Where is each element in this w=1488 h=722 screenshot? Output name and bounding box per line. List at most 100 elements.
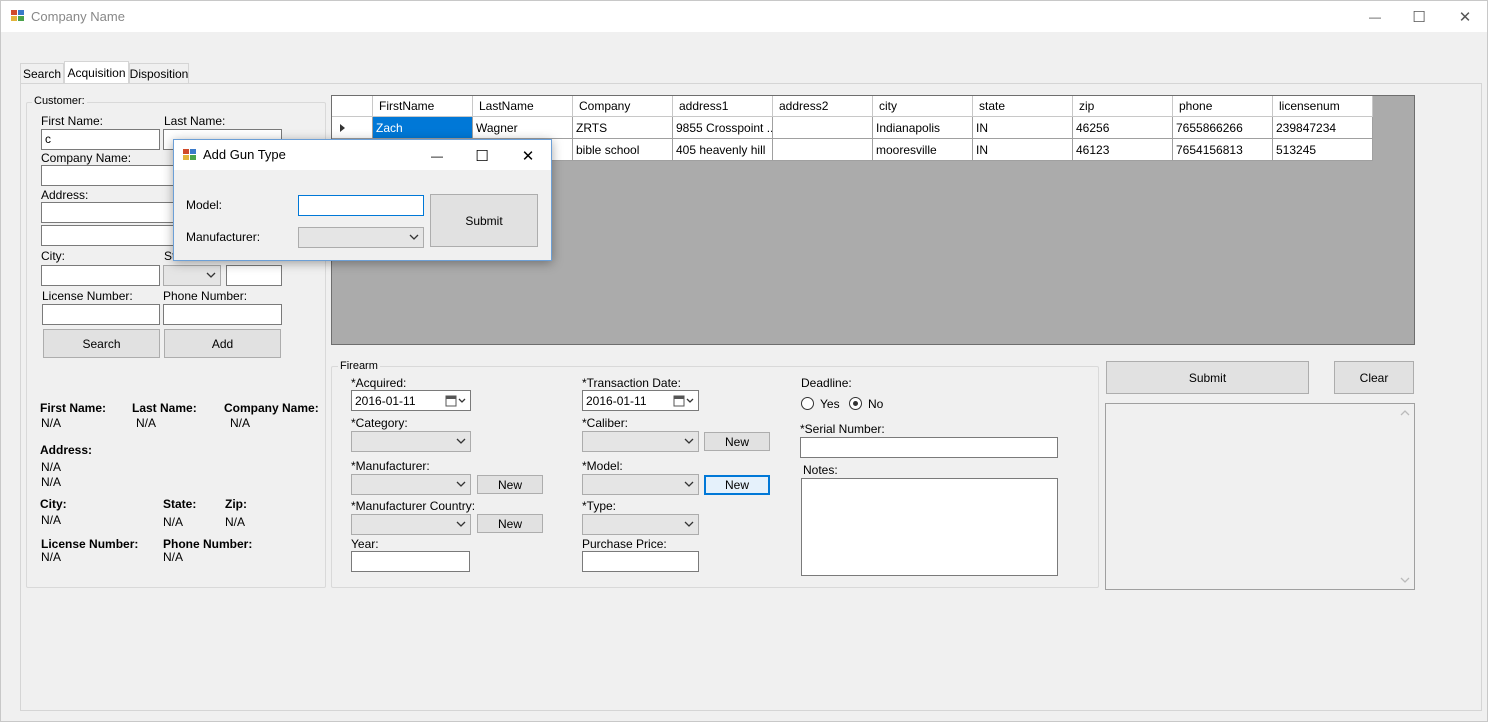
acquired-date-picker[interactable]: 2016-01-11 — [351, 390, 471, 411]
license-number-field[interactable] — [42, 304, 160, 325]
grid-column-header[interactable]: FirstName — [373, 96, 473, 117]
submit-button[interactable]: Submit — [1106, 361, 1309, 394]
year-field[interactable] — [351, 551, 470, 572]
tab-search[interactable]: Search — [20, 63, 64, 83]
table-cell[interactable]: Wagner — [473, 117, 573, 139]
tab-acquisition[interactable]: Acquisition — [64, 61, 129, 84]
dialog-minimize-button[interactable]: — — [414, 140, 460, 171]
city-field[interactable] — [41, 265, 160, 286]
license-number-label: License Number: — [42, 289, 133, 303]
grid-column-header[interactable]: licensenum — [1273, 96, 1373, 117]
table-cell[interactable] — [773, 117, 873, 139]
dialog-maximize-button[interactable]: ☐ — [459, 140, 505, 171]
grid-column-header[interactable]: Company — [573, 96, 673, 117]
row-header[interactable] — [332, 117, 373, 139]
maximize-button[interactable]: ☐ — [1396, 1, 1442, 32]
summary-phone-value: N/A — [163, 550, 184, 564]
grid-corner-header — [332, 96, 373, 117]
clear-button[interactable]: Clear — [1334, 361, 1414, 394]
dialog-title: Add Gun Type — [203, 147, 286, 162]
model-label: *Model: — [582, 459, 623, 473]
acquired-label: *Acquired: — [351, 376, 407, 390]
minimize-icon: — — [431, 148, 443, 163]
state-dropdown[interactable] — [163, 265, 221, 286]
grid-column-header[interactable]: address1 — [673, 96, 773, 117]
zip-field[interactable] — [226, 265, 282, 286]
search-button[interactable]: Search — [43, 329, 160, 358]
new-model-button[interactable]: New — [704, 475, 770, 495]
deadline-label: Deadline: — [801, 376, 852, 390]
minimize-button[interactable]: — — [1352, 1, 1398, 32]
table-cell[interactable]: IN — [973, 117, 1073, 139]
transaction-date-picker[interactable]: 2016-01-11 — [582, 390, 699, 411]
dialog-submit-button[interactable]: Submit — [430, 194, 538, 247]
address-label: Address: — [41, 188, 89, 202]
maximize-icon: ☐ — [1412, 8, 1426, 26]
table-cell[interactable]: 7655866266 — [1173, 117, 1273, 139]
close-button[interactable]: ✕ — [1442, 1, 1488, 32]
last-name-label: Last Name: — [164, 114, 226, 128]
new-manufacturer-country-button[interactable]: New — [477, 514, 543, 533]
summary-address-line1: N/A — [41, 460, 62, 474]
grid-column-header[interactable]: LastName — [473, 96, 573, 117]
caliber-dropdown[interactable] — [582, 431, 699, 452]
notes-textarea[interactable] — [801, 478, 1058, 576]
dialog-model-field[interactable] — [298, 195, 424, 216]
deadline-yes-radio[interactable] — [801, 397, 814, 410]
chevron-down-icon — [456, 481, 466, 487]
grid-column-header[interactable]: city — [873, 96, 973, 117]
new-manufacturer-button[interactable]: New — [477, 475, 543, 494]
table-cell[interactable]: bible school — [573, 139, 673, 161]
window-title: Company Name — [31, 9, 125, 24]
phone-number-field[interactable] — [163, 304, 282, 325]
close-icon: ✕ — [521, 147, 535, 165]
deadline-yes-label[interactable]: Yes — [820, 397, 840, 411]
deadline-no-label[interactable]: No — [868, 397, 883, 411]
manufacturer-dropdown[interactable] — [351, 474, 471, 495]
dialog-manufacturer-label: Manufacturer: — [186, 230, 261, 244]
serial-number-field[interactable] — [800, 437, 1058, 458]
model-dropdown[interactable] — [582, 474, 699, 495]
serial-number-label: *Serial Number: — [800, 422, 885, 436]
table-cell[interactable]: Indianapolis — [873, 117, 973, 139]
category-dropdown[interactable] — [351, 431, 471, 452]
new-caliber-button[interactable]: New — [704, 432, 770, 451]
table-cell[interactable]: IN — [973, 139, 1073, 161]
first-name-field[interactable]: c — [41, 129, 160, 150]
table-cell[interactable]: Zach — [373, 117, 473, 139]
grid-column-header[interactable]: phone — [1173, 96, 1273, 117]
notes-label: Notes: — [803, 463, 838, 477]
table-cell[interactable]: ZRTS — [573, 117, 673, 139]
table-cell[interactable]: 513245 — [1273, 139, 1373, 161]
grid-column-header[interactable]: zip — [1073, 96, 1173, 117]
first-name-label: First Name: — [41, 114, 104, 128]
tab-disposition[interactable]: Disposition — [129, 63, 189, 83]
manufacturer-country-label: *Manufacturer Country: — [351, 499, 476, 513]
table-cell[interactable]: 46256 — [1073, 117, 1173, 139]
grid-column-header[interactable]: state — [973, 96, 1073, 117]
dialog-manufacturer-dropdown[interactable] — [298, 227, 424, 248]
dialog-close-button[interactable]: ✕ — [505, 140, 551, 171]
transaction-date-label: *Transaction Date: — [582, 376, 681, 390]
summary-last-name-value: N/A — [136, 416, 157, 430]
table-cell[interactable]: 9855 Crosspoint ... — [673, 117, 773, 139]
vertical-scrollbar[interactable] — [1397, 404, 1414, 589]
output-textbox[interactable] — [1105, 403, 1415, 590]
table-cell[interactable]: 46123 — [1073, 139, 1173, 161]
purchase-price-field[interactable] — [582, 551, 699, 572]
type-dropdown[interactable] — [582, 514, 699, 535]
table-cell[interactable] — [773, 139, 873, 161]
grid-column-header[interactable]: address2 — [773, 96, 873, 117]
add-button[interactable]: Add — [164, 329, 281, 358]
table-cell[interactable]: 239847234 — [1273, 117, 1373, 139]
summary-zip-label: Zip: — [225, 497, 247, 511]
deadline-no-radio[interactable] — [849, 397, 862, 410]
minimize-icon: — — [1369, 9, 1381, 24]
chevron-down-icon[interactable] — [1400, 576, 1410, 584]
manufacturer-country-dropdown[interactable] — [351, 514, 471, 535]
table-cell[interactable]: 405 heavenly hill — [673, 139, 773, 161]
table-cell[interactable]: mooresville — [873, 139, 973, 161]
summary-first-name-value: N/A — [41, 416, 62, 430]
chevron-up-icon[interactable] — [1400, 409, 1410, 417]
table-cell[interactable]: 7654156813 — [1173, 139, 1273, 161]
